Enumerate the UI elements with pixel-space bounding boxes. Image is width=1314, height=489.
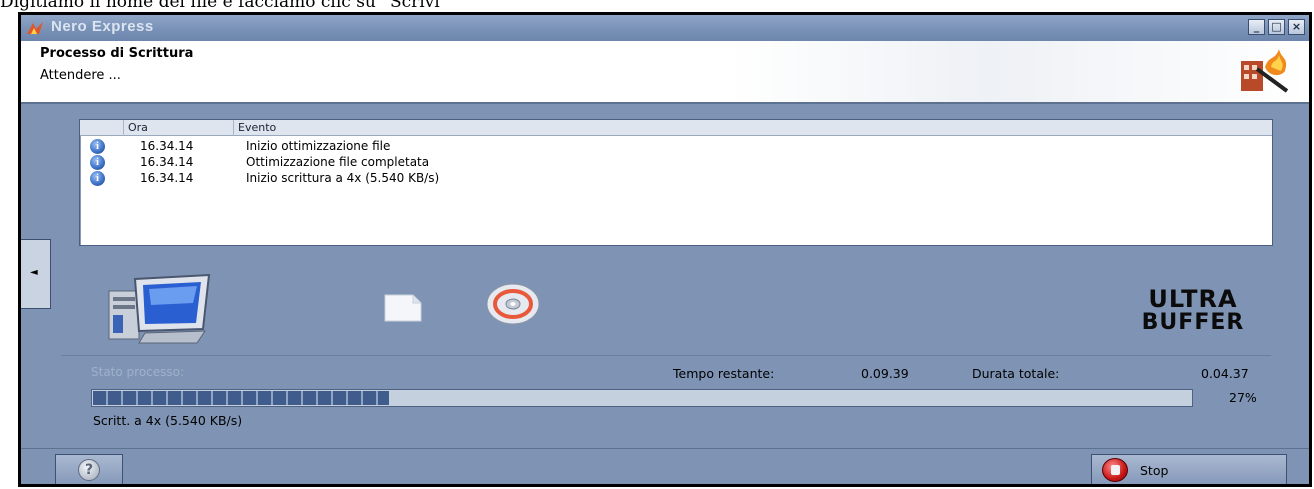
log-row[interactable]: i 16.34.14 Inizio scrittura a 4x (5.540 …: [80, 170, 1272, 186]
page-caption: Digitiamo il nome del file e facciamo cl…: [0, 0, 449, 12]
log-time: 16.34.14: [140, 155, 194, 169]
stop-button[interactable]: Stop: [1091, 454, 1287, 484]
help-icon: ?: [78, 459, 100, 481]
title-bar[interactable]: Nero Express _ □ ×: [21, 15, 1309, 41]
header-separator: [21, 102, 1309, 104]
total-duration-value: 0.04.37: [1201, 366, 1249, 381]
write-speed-text: Scritt. a 4x (5.540 KB/s): [93, 413, 243, 428]
minimize-button[interactable]: _: [1248, 19, 1265, 35]
page-title: Processo di Scrittura: [40, 46, 194, 61]
total-duration-label: Durata totale:: [972, 366, 1060, 381]
column-header-event[interactable]: Evento: [234, 120, 1272, 136]
status-separator: [61, 355, 1271, 356]
log-event: Inizio ottimizzazione file: [246, 139, 391, 153]
info-icon: i: [90, 139, 105, 154]
info-icon: i: [90, 171, 105, 186]
stop-label: Stop: [1140, 463, 1169, 478]
info-icon: i: [90, 155, 105, 170]
nero-app-icon: [27, 22, 43, 34]
log-icon-column: [80, 120, 124, 136]
help-button[interactable]: ?: [55, 454, 123, 484]
svg-text:BUFFER: BUFFER: [1142, 310, 1245, 333]
wizard-header: Processo di Scrittura Attendere ...: [21, 41, 1309, 102]
log-row[interactable]: i 16.34.14 Ottimizzazione file completat…: [80, 154, 1272, 170]
log-event: Ottimizzazione file completata: [246, 155, 430, 169]
log-time: 16.34.14: [140, 139, 194, 153]
nero-express-window: Nero Express _ □ × Processo di Scrittura…: [18, 12, 1312, 487]
page-subtitle: Attendere ...: [40, 68, 121, 83]
progress-percent: 27%: [1229, 390, 1257, 405]
progress-fill: [93, 391, 389, 405]
file-icon: [384, 294, 422, 322]
stop-icon: [1102, 458, 1128, 482]
remaining-time-label: Tempo restante:: [673, 366, 775, 381]
computer-icon: [108, 273, 211, 344]
maximize-button[interactable]: □: [1268, 19, 1285, 35]
arrow-left-icon: ◄: [30, 267, 38, 278]
ultrabuffer-logo-icon: ULTRA BUFFER: [1142, 285, 1245, 333]
remaining-time-value: 0.09.39: [861, 366, 909, 381]
process-status-label: Stato processo:: [91, 365, 185, 379]
cd-disc-icon: [486, 283, 540, 325]
svg-text:ULTRA: ULTRA: [1148, 285, 1237, 313]
event-log-list[interactable]: Ora Evento i 16.34.14 Inizio ottimizzazi…: [79, 119, 1273, 246]
footer-separator: [21, 448, 1309, 449]
log-time: 16.34.14: [140, 171, 194, 185]
burning-disc-logo-icon: [1241, 49, 1289, 93]
close-button[interactable]: ×: [1288, 19, 1305, 35]
write-progress-bar: [91, 389, 1193, 407]
log-header: Ora Evento: [80, 120, 1272, 136]
window-title: Nero Express: [51, 18, 154, 35]
expand-side-panel-button[interactable]: ◄: [21, 239, 51, 309]
column-header-time[interactable]: Ora: [124, 120, 234, 136]
log-event: Inizio scrittura a 4x (5.540 KB/s): [246, 171, 440, 185]
log-row[interactable]: i 16.34.14 Inizio ottimizzazione file: [80, 138, 1272, 154]
